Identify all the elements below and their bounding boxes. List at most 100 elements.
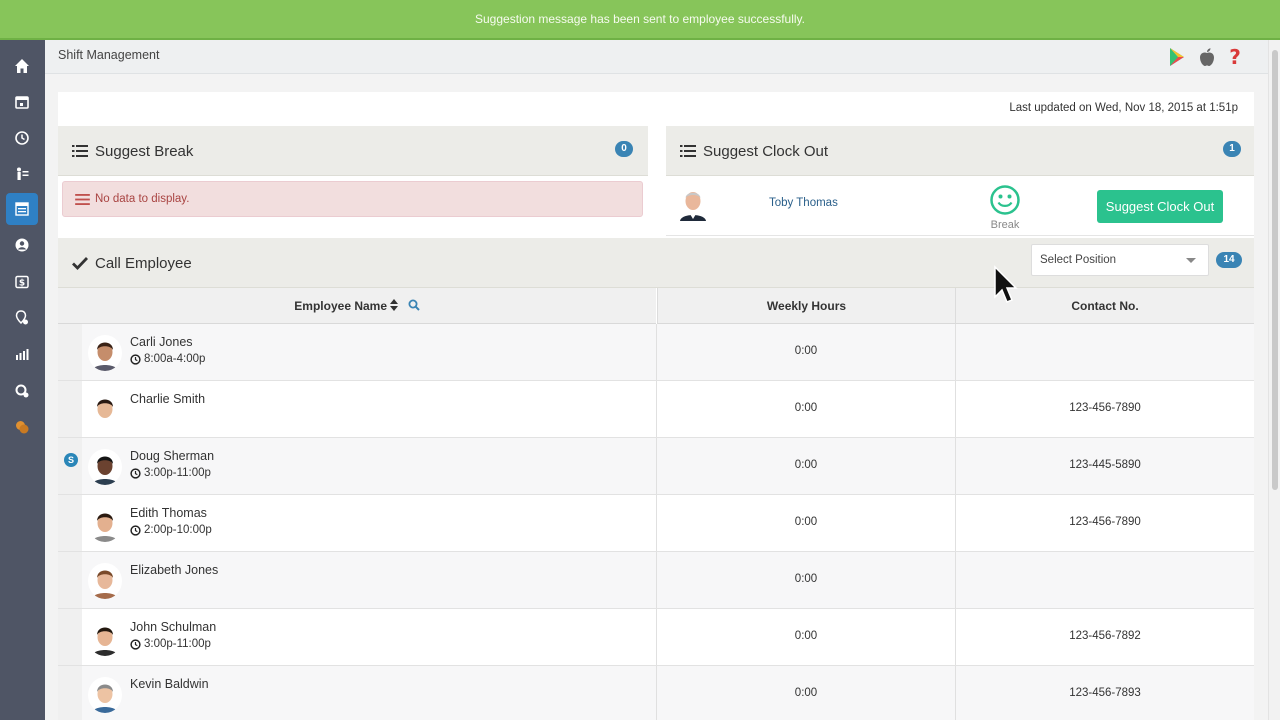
suggest-clock-out-panel-header: Suggest Clock Out 1 xyxy=(666,126,1254,176)
weekly-hours: 0:00 xyxy=(794,516,818,528)
sidebar-item-settings[interactable] xyxy=(6,375,38,407)
weekly-hours: 0:00 xyxy=(794,459,818,471)
clock-icon xyxy=(130,638,141,650)
table-row[interactable]: Elizabeth Jones 0:00 xyxy=(58,552,1254,609)
clock-icon xyxy=(130,467,141,479)
table-row[interactable]: Edith Thomas 2:00p-10:00p 0:00 123-456-7890 xyxy=(58,495,1254,552)
row-gutter xyxy=(58,609,82,665)
shift-time-text: 3:00p-11:00p xyxy=(144,638,211,650)
smiley-icon xyxy=(990,185,1020,215)
no-data-alert: No data to display. xyxy=(62,181,643,217)
suggest-clock-out-count-badge: 1 xyxy=(1223,141,1241,157)
weekly-hours: 0:00 xyxy=(794,630,818,642)
status-badge: S xyxy=(64,453,78,467)
employee-avatar xyxy=(677,185,709,221)
sort-icon[interactable] xyxy=(390,289,399,311)
employee-status-label: Break xyxy=(990,219,1020,231)
page-title: Shift Management xyxy=(58,48,160,62)
position-select[interactable]: Select Position xyxy=(1031,244,1209,276)
svg-text:$: $ xyxy=(19,279,25,289)
contact-number: 123-456-7890 xyxy=(1069,402,1141,414)
contact-number: 123-456-7892 xyxy=(1069,630,1141,642)
employee-name[interactable]: Edith Thomas xyxy=(130,506,207,520)
sidebar-item-calendar[interactable] xyxy=(6,86,38,118)
shift-time: 3:00p-11:00p xyxy=(130,638,211,650)
scrollbar-thumb[interactable] xyxy=(1272,50,1278,490)
list-icon xyxy=(75,194,90,205)
sidebar-item-shift-management[interactable] xyxy=(6,193,38,225)
list-icon xyxy=(680,145,696,157)
contact-number: 123-445-5890 xyxy=(1069,459,1141,471)
employee-name[interactable]: Kevin Baldwin xyxy=(130,677,209,691)
employee-avatar xyxy=(88,677,122,713)
clock-out-employee-name[interactable]: Toby Thomas xyxy=(769,197,838,209)
payroll-icon: $ xyxy=(15,275,29,289)
calendar-icon xyxy=(15,96,29,109)
sidebar-item-locations[interactable] xyxy=(6,302,38,334)
shift-time: 3:00p-11:00p xyxy=(130,467,211,479)
employee-avatar xyxy=(88,620,122,656)
employee-name[interactable]: Charlie Smith xyxy=(130,392,205,406)
sidebar-item-home[interactable] xyxy=(6,50,38,82)
sidebar-item-payroll[interactable]: $ xyxy=(6,266,38,298)
sidebar-item-time[interactable] xyxy=(6,122,38,154)
shift-time: 8:00a-4:00p xyxy=(130,353,205,365)
home-icon xyxy=(15,59,29,73)
success-notification: Suggestion message has been sent to empl… xyxy=(0,0,1280,40)
clock-icon xyxy=(130,524,141,536)
suggest-break-title: Suggest Break xyxy=(95,143,194,160)
user-icon xyxy=(15,238,29,252)
row-gutter xyxy=(58,552,82,608)
table-row[interactable]: Charlie Smith 0:00 123-456-7890 xyxy=(58,381,1254,438)
column-header-employee-name-label: Employee Name xyxy=(294,299,388,313)
contact-number: 123-456-7893 xyxy=(1069,687,1141,699)
help-icon[interactable]: ? xyxy=(1224,46,1246,68)
page-scrollbar[interactable] xyxy=(1268,40,1280,720)
list-icon xyxy=(72,145,88,157)
weekly-hours: 0:00 xyxy=(794,687,818,699)
table-row[interactable]: S Doug Sherman 3:00p-11:00p 0:00 123-445-589… xyxy=(58,438,1254,495)
settings-icon xyxy=(15,384,29,398)
suggest-clock-out-button[interactable]: Suggest Clock Out xyxy=(1097,190,1223,223)
employee-name[interactable]: John Schulman xyxy=(130,620,216,634)
row-gutter xyxy=(58,381,82,437)
employee-avatar xyxy=(88,449,122,485)
apple-icon[interactable] xyxy=(1196,46,1218,68)
google-play-icon[interactable] xyxy=(1166,46,1188,68)
column-header-employee-name[interactable]: Employee Name xyxy=(58,288,656,324)
suggest-break-panel-header: Suggest Break 0 xyxy=(58,126,648,176)
sidebar-item-profile[interactable] xyxy=(6,229,38,261)
staff-icon xyxy=(17,167,29,180)
reports-icon xyxy=(16,349,29,360)
shift-time: 2:00p-10:00p xyxy=(130,524,212,536)
clock-icon xyxy=(130,353,141,365)
column-header-weekly-hours: Weekly Hours xyxy=(657,288,955,324)
sidebar-item-reports[interactable] xyxy=(6,338,38,370)
row-gutter xyxy=(58,495,82,551)
table-row[interactable]: Kevin Baldwin 0:00 123-456-7893 xyxy=(58,666,1254,720)
employee-name[interactable]: Doug Sherman xyxy=(130,449,214,463)
svg-text:?: ? xyxy=(1229,46,1241,68)
column-divider xyxy=(955,552,956,608)
search-icon[interactable] xyxy=(408,289,420,311)
employee-avatar xyxy=(88,335,122,371)
suggest-break-count-badge: 0 xyxy=(615,141,633,157)
weekly-hours: 0:00 xyxy=(794,402,818,414)
sidebar-item-billing[interactable] xyxy=(6,411,38,443)
table-row[interactable]: Carli Jones 8:00a-4:00p 0:00 xyxy=(58,324,1254,381)
employee-name[interactable]: Elizabeth Jones xyxy=(130,563,218,577)
shift-time-text: 8:00a-4:00p xyxy=(144,353,206,365)
column-divider xyxy=(955,324,956,380)
table-row[interactable]: John Schulman 3:00p-11:00p 0:00 123-456-789… xyxy=(58,609,1254,666)
row-gutter xyxy=(58,324,82,380)
employee-avatar xyxy=(88,506,122,542)
shift-list-icon xyxy=(15,202,29,216)
no-data-message: No data to display. xyxy=(95,193,190,205)
shift-time-text: 2:00p-10:00p xyxy=(144,524,212,536)
row-gutter xyxy=(58,666,82,720)
employee-name[interactable]: Carli Jones xyxy=(130,335,193,349)
sidebar: $ xyxy=(0,40,45,720)
chevron-down-icon xyxy=(1186,258,1196,263)
contact-number: 123-456-7890 xyxy=(1069,516,1141,528)
sidebar-item-staff[interactable] xyxy=(6,158,38,190)
